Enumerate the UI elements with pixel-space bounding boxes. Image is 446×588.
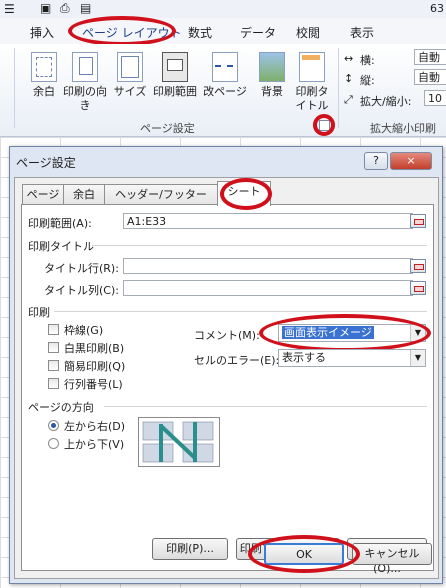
menu-icon[interactable]: ☰ (4, 2, 15, 16)
cell-errors-value: 表示する (282, 351, 326, 364)
print-titles-icon (299, 52, 325, 82)
printer-icon[interactable]: ▤ (80, 1, 91, 15)
highlight-oval-ok (248, 535, 360, 573)
page-setup-dialog: ページ設定 ? × ページ 余白 ヘッダー/フッター シート 印刷範囲(A): … (9, 146, 443, 584)
title-cols-label: タイトル列(C): (44, 284, 119, 297)
print-titles-button[interactable]: 印刷タイトル (292, 50, 332, 113)
row-col-headings-label: 行列番号(L) (64, 378, 123, 391)
tab-margins[interactable]: 余白 (63, 184, 105, 205)
zoom-icon: ⤢ (344, 93, 353, 106)
margins-icon (31, 52, 57, 82)
scale-width-label: 横: (360, 54, 375, 67)
black-white-checkbox[interactable] (48, 342, 59, 353)
save-icon[interactable]: ▣ (40, 1, 51, 15)
group-label-scale: 拡大縮小印刷 (370, 122, 436, 135)
cell-errors-label: セルのエラー(E): (194, 354, 280, 367)
page-order-preview-icon (138, 417, 220, 467)
tab-view[interactable]: 表示 (350, 24, 374, 41)
draft-quality-checkbox[interactable] (48, 360, 59, 371)
margins-label: 余白 (33, 85, 55, 98)
margins-button[interactable]: 余白 (22, 50, 66, 99)
print-area-input[interactable]: A1:E33 (123, 213, 413, 229)
title-rows-input[interactable] (123, 258, 413, 274)
page-break-button[interactable]: 改ページ (202, 50, 248, 99)
page-break-icon (212, 52, 238, 82)
group-label-page-setup: ページ設定 (140, 122, 195, 135)
ribbon-separator (338, 48, 339, 128)
row-col-headings-checkbox[interactable] (48, 378, 59, 389)
size-label: サイズ (113, 85, 147, 98)
draft-quality-label: 簡易印刷(Q) (64, 360, 126, 373)
scale-zoom-label: 拡大/縮小: (360, 95, 412, 108)
comments-label: コメント(M): (194, 329, 260, 342)
tab-review[interactable]: 校閲 (296, 24, 320, 41)
title-rows-collapse-icon[interactable] (410, 259, 426, 273)
size-icon (117, 52, 143, 82)
width-icon: ↔ (344, 52, 354, 65)
gridlines-label: 枠線(G) (64, 324, 104, 337)
highlight-oval-comments (259, 314, 431, 352)
scale-zoom-input[interactable]: 10 (424, 90, 446, 106)
title-cols-collapse-icon[interactable] (410, 281, 426, 295)
black-white-label: 白黒印刷(B) (64, 342, 125, 355)
print-heading: 印刷 (28, 306, 50, 319)
dialog-client: ページ 余白 ヘッダー/フッター シート 印刷範囲(A): A1:E33 印刷タ… (14, 177, 439, 579)
gridlines-checkbox[interactable] (48, 324, 59, 335)
background-button[interactable]: 背景 (250, 50, 294, 99)
tab-page[interactable]: ページ (22, 184, 64, 205)
order-top-to-bottom-radio[interactable] (48, 438, 59, 449)
page-break-label: 改ページ (203, 85, 247, 98)
cancel-button[interactable]: キャンセル (352, 543, 432, 565)
close-button[interactable]: × (390, 152, 432, 170)
print-area-button[interactable]: 印刷範囲 (150, 50, 200, 99)
tab-header-footer[interactable]: ヘッダー/フッター (104, 184, 218, 205)
chevron-down-icon: ▼ (410, 350, 425, 366)
print-area-icon (162, 52, 188, 82)
background-icon (259, 52, 285, 82)
page-order-heading: ページの方向 (28, 401, 94, 414)
scale-width-select[interactable]: 自動 (414, 49, 446, 65)
dialog-title: ページ設定 (16, 156, 76, 170)
highlight-oval-launcher (313, 114, 335, 136)
scale-height-label: 縦: (360, 74, 375, 87)
scale-height-select[interactable]: 自動 (414, 69, 446, 85)
highlight-oval-sheet-tab (220, 178, 272, 210)
sheet-tab-panel: 印刷範囲(A): A1:E33 印刷タイトル タイトル行(R): タイトル列(C… (21, 204, 434, 575)
print-area-label: 印刷範囲 (153, 85, 197, 98)
print-preview-icon[interactable]: ⎙ (60, 1, 70, 16)
print-area-collapse-icon[interactable] (410, 214, 426, 228)
divider (104, 406, 427, 407)
print-titles-heading: 印刷タイトル (28, 240, 94, 253)
orientation-label: 印刷の向き (63, 85, 107, 112)
order-left-to-right-radio[interactable] (48, 420, 59, 431)
order-top-to-bottom-label: 上から下(V) (64, 438, 125, 451)
orientation-button[interactable]: 印刷の向き (62, 50, 108, 113)
orientation-icon (72, 52, 98, 82)
ribbon-tabs: 挿入 ページ レイアウト 数式 データ 校閲 表示 (0, 18, 446, 45)
highlight-oval-page-layout (68, 16, 176, 46)
size-button[interactable]: サイズ (108, 50, 152, 99)
order-left-to-right-label: 左から右(D) (64, 420, 126, 433)
ribbon-separator (14, 48, 15, 128)
divider (92, 245, 427, 246)
print-button[interactable]: 印刷(P)... (152, 538, 228, 560)
page-number-fragment: 63 (430, 2, 444, 15)
tab-data[interactable]: データ (240, 24, 276, 41)
quick-access-toolbar: ☰ ▣ ⎙ ▤ 63 (0, 0, 446, 18)
ribbon-page-layout: 余白 印刷の向き サイズ 印刷範囲 改ページ 背景 印刷タイトル ページ設定 ↔… (0, 44, 446, 137)
tab-insert[interactable]: 挿入 (30, 24, 54, 41)
divider (54, 311, 427, 312)
print-area-label: 印刷範囲(A): (28, 217, 92, 230)
print-titles-label: 印刷タイトル (295, 85, 329, 112)
title-rows-label: タイトル行(R): (44, 262, 119, 275)
help-button[interactable]: ? (364, 152, 388, 170)
height-icon: ↕ (344, 72, 354, 85)
tab-formulas[interactable]: 数式 (188, 24, 212, 41)
title-cols-input[interactable] (123, 280, 413, 296)
background-label: 背景 (261, 85, 283, 98)
cell-errors-select[interactable]: 表示する ▼ (278, 349, 426, 367)
